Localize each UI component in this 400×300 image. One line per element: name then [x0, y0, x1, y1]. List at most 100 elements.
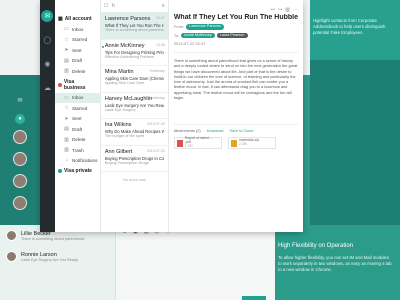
trash-icon: ▥: [64, 136, 69, 143]
message-title: What If They Let You Run The Hubble: [173, 14, 298, 21]
folder-item-notifications[interactable]: ◔ Notifications: [55, 156, 100, 167]
list-item[interactable]: Ina Wilkins Why Do Make Ahead Recipes Wo…: [100, 119, 168, 146]
file-size: 2.3M: [238, 142, 247, 146]
message-list: ☐ ↻ ≡ Lawrence Parsons What If They Let …: [100, 0, 169, 232]
message-snippet: The hunger of the spirit: [104, 134, 144, 138]
folder-label: Delete: [71, 137, 86, 143]
cloud-icon[interactable]: ☁: [41, 82, 53, 94]
avatar[interactable]: [13, 152, 27, 166]
folder-label: Starred: [71, 105, 88, 111]
folder-item-trash[interactable]: ▥ Trash: [55, 145, 100, 156]
folder-label: Sent: [71, 47, 82, 53]
message-snippet: Lasik Eye Surgery Are You Ready: [21, 257, 78, 262]
secondary-message-list: Lillie Becker There is something about p…: [0, 225, 115, 300]
download-link[interactable]: Download: [207, 129, 224, 133]
app-rail: ✉ ◯ ◉ ☁: [40, 0, 55, 232]
list-item[interactable]: Ann Gilbert Buying Prescription Drugs In…: [100, 146, 168, 172]
recipient-chip[interactable]: Annie McKinney: [181, 32, 215, 38]
sender-name: Lawrence Parsons: [104, 16, 151, 22]
attachment-file[interactable]: materials.zip 2.3M: [227, 137, 276, 149]
star-icon: ☆: [64, 36, 69, 43]
mail-icon[interactable]: ✉: [15, 95, 25, 105]
message-time: 20:47: [156, 16, 165, 20]
folder-item-inbox[interactable]: ▭ Inbox: [54, 92, 100, 103]
message-subject: Tips For Designing Printing Printing: [104, 49, 164, 55]
avatar[interactable]: [13, 196, 27, 210]
account-color-icon: [57, 169, 62, 173]
folder-item-starred[interactable]: ☆ Starred: [55, 103, 100, 114]
unread-dot-icon: [101, 45, 104, 48]
save-to-cloud-link[interactable]: Save to Cloud: [230, 129, 254, 133]
callout-bottom: High Flexibility on Operation To allow h…: [278, 242, 393, 273]
sent-icon: ➤: [64, 115, 69, 122]
contact-avatar-column: [0, 130, 40, 210]
draft-icon: ▤: [64, 126, 69, 133]
inbox-icon: ▭: [64, 26, 69, 33]
grid-icon: ▦: [57, 16, 63, 22]
account-visa-business[interactable]: Visa business: [55, 77, 100, 93]
date-text: 2019-07-22 20:47: [173, 41, 206, 46]
folder-item-delete[interactable]: ▥ Delete: [55, 66, 100, 77]
folder-label: Notifications: [71, 158, 98, 164]
refresh-icon[interactable]: ↻: [111, 3, 115, 9]
message-body: There is something about parenthood that…: [173, 52, 298, 100]
folder-item-starred[interactable]: ☆ Starred: [55, 35, 100, 46]
message-snippet: There is something about parenthood: [104, 28, 164, 32]
message-from-row: From: Lawrence Parsons: [174, 24, 298, 30]
chat-icon[interactable]: ◯: [41, 34, 53, 46]
list-item[interactable]: Lawrence Parsons What If They Let You Ru…: [100, 13, 168, 40]
message-time: 2019-07-30: [146, 122, 165, 126]
list-item[interactable]: Annie McKinney Tips For Designing Printi…: [100, 40, 168, 66]
mail-icon[interactable]: ✉: [41, 10, 54, 22]
folder-item-draft[interactable]: ▤ Draft: [55, 124, 100, 135]
message-snippet: Effective Advertising Pointers: [104, 54, 154, 59]
checkbox-icon[interactable]: ☐: [104, 3, 108, 9]
message-time: 13:48: [156, 42, 165, 47]
list-end-note: No more mail: [123, 178, 146, 182]
background-left-top: [0, 0, 40, 75]
message-time: Yesterday: [149, 69, 165, 73]
folder-item-sent[interactable]: ➤ Sent: [55, 114, 100, 125]
reader-toolbar: ↩ ↪ ▥ ⋯: [271, 7, 298, 13]
sender-chip[interactable]: Lawrence Parsons: [186, 24, 224, 30]
callout-text: To allow higher flexibility, you can set…: [278, 254, 392, 273]
message-subject: Buying Prescription Drugs In Canada: [104, 155, 164, 161]
list-item[interactable]: Harvey McLaughlin Lasik Eye Surgery Are …: [100, 93, 168, 119]
message-reader: ↩ ↪ ▥ ⋯ What If They Let You Run The Hub…: [169, 0, 303, 232]
attachment-file[interactable]: Report of latest ... .pdf 1.2M: [173, 136, 222, 149]
folder-label: Trash: [71, 147, 84, 153]
folder-label: Starred: [71, 37, 88, 43]
chat-icon[interactable]: ●: [15, 114, 25, 124]
folder-item-inbox[interactable]: ▭ Inbox: [55, 24, 100, 35]
message-snippet: Appling Skin Care Dam: [104, 81, 145, 85]
recipient-chip[interactable]: Laura Pearson: [216, 32, 248, 38]
folder-item-draft[interactable]: ▤ Draft: [55, 56, 100, 67]
callout-title: High Flexibility on Operation: [278, 243, 354, 249]
mail-app-window: ✉ ◯ ◉ ☁ ▦ All account ▭ Inbox ☆ Starred ➤ S…: [40, 0, 303, 232]
account-visa-private[interactable]: Visa private: [55, 166, 100, 176]
account-label: All account: [64, 16, 92, 22]
reply-icon[interactable]: ↩: [271, 7, 275, 13]
star-icon: ☆: [64, 105, 69, 112]
contacts-icon[interactable]: ◉: [41, 58, 53, 70]
message-time: Yesterday: [149, 95, 165, 100]
forward-icon[interactable]: ↪: [278, 7, 282, 13]
filter-icon[interactable]: ≡: [162, 3, 165, 9]
delete-icon[interactable]: ▥: [285, 7, 290, 13]
more-icon[interactable]: ⋯: [293, 7, 298, 13]
list-item[interactable]: Ronnie Larson Lasik Eye Surgery Are You …: [0, 246, 115, 267]
folder-label: Draft: [71, 58, 83, 64]
folder-label: Draft: [71, 126, 83, 132]
file-size: 1.2M: [184, 143, 193, 148]
folder-item-sent[interactable]: ➤ Sent: [55, 45, 100, 56]
inbox-icon: ▭: [64, 94, 69, 101]
avatar: [6, 230, 17, 241]
account-all[interactable]: ▦ All account: [55, 14, 100, 24]
folder-label: Inbox: [71, 26, 84, 32]
avatar[interactable]: [13, 130, 27, 144]
avatar: [6, 251, 17, 262]
list-item[interactable]: Mina Martin Appling Skin Care Dam (Chemi…: [100, 66, 168, 93]
message-snippet: Lasik Eye Surgery: [104, 107, 136, 112]
folder-item-delete[interactable]: ▥ Delete: [55, 135, 100, 146]
avatar[interactable]: [13, 174, 27, 188]
